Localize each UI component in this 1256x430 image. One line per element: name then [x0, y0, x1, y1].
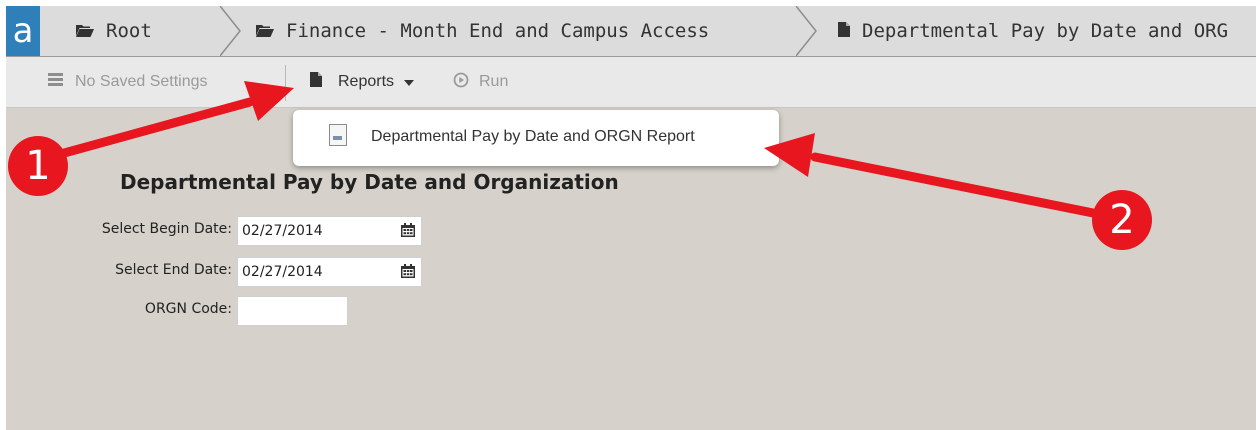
orgn-code-label: ORGN Code:: [144, 301, 232, 317]
dropdown-item-report[interactable]: Departmental Pay by Date and ORGN Report: [293, 110, 779, 166]
orgn-code-input[interactable]: [237, 296, 348, 326]
breadcrumb-finance[interactable]: Finance - Month End and Campus Access: [242, 6, 802, 56]
begin-date-label: Select Begin Date:: [101, 221, 232, 237]
breadcrumb: a Root Finance - Month End and Campus Ac…: [6, 6, 1256, 57]
breadcrumb-separator: [796, 6, 817, 56]
toolbar-divider: [285, 65, 286, 101]
calendar-icon[interactable]: [401, 223, 415, 237]
saved-settings-button[interactable]: No Saved Settings: [48, 57, 208, 107]
breadcrumb-separator: [220, 6, 241, 56]
folder-open-icon: [256, 22, 274, 41]
app-logo: a: [6, 6, 40, 56]
page-title: Departmental Pay by Date and Organizatio…: [120, 170, 619, 194]
folder-open-icon: [76, 22, 94, 41]
file-icon: [838, 21, 850, 41]
reports-dropdown: Departmental Pay by Date and ORGN Report: [293, 110, 779, 166]
annotation-badge-2: 2: [1092, 190, 1152, 250]
play-circle-icon: [453, 72, 469, 93]
toolbar: No Saved Settings Reports Run: [6, 57, 1256, 108]
end-date-field[interactable]: 02/27/2014: [237, 257, 422, 287]
calendar-icon[interactable]: [401, 264, 415, 278]
annotation-badge-1: 1: [8, 136, 68, 196]
run-button[interactable]: Run: [453, 57, 508, 107]
end-date-label: Select End Date:: [115, 262, 232, 278]
reports-menu-button[interactable]: Reports: [310, 57, 415, 107]
list-icon: [48, 73, 63, 91]
breadcrumb-root[interactable]: Root: [40, 6, 224, 56]
file-icon: [310, 72, 322, 92]
report-document-icon: [329, 124, 347, 146]
caret-down-icon: [404, 73, 415, 91]
app-window: a Root Finance - Month End and Campus Ac…: [6, 6, 1256, 430]
begin-date-field[interactable]: 02/27/2014: [237, 216, 422, 246]
breadcrumb-current[interactable]: Departmental Pay by Date and ORG: [818, 6, 1256, 56]
